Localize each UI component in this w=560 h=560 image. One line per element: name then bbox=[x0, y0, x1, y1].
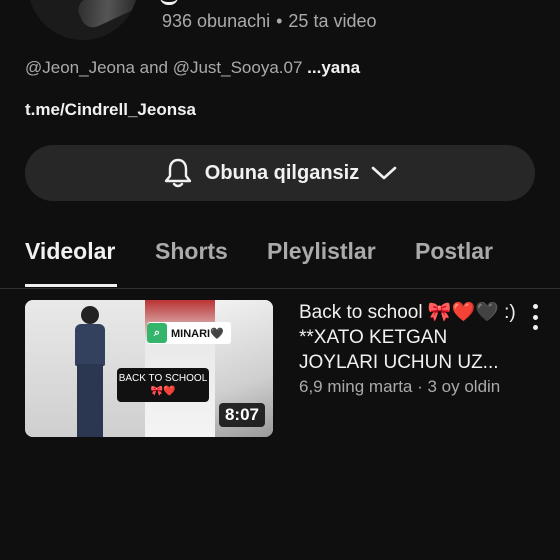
channel-name-fragment bbox=[160, 0, 178, 5]
subscriber-count: 936 obunachi bbox=[162, 11, 271, 31]
video-count: 25 ta video bbox=[288, 11, 377, 31]
video-thumbnail[interactable]: ⌕ MINARI🖤 BACK TO SCHOOL 🎀❤️ 8:07 bbox=[25, 300, 273, 437]
active-tab-indicator bbox=[25, 284, 117, 287]
bell-icon bbox=[164, 158, 191, 188]
channel-avatar[interactable] bbox=[28, 0, 138, 40]
video-title[interactable]: Back to school 🎀❤️🖤 :) **XATO KETGAN JOY… bbox=[299, 300, 519, 375]
subscribed-label: Obuna qilgansiz bbox=[204, 161, 360, 184]
thumbnail-caption: BACK TO SCHOOL 🎀❤️ bbox=[117, 368, 209, 402]
video-duration: 8:07 bbox=[218, 403, 265, 427]
dot bbox=[532, 314, 538, 320]
search-icon: ⌕ bbox=[147, 323, 167, 343]
dot bbox=[532, 304, 538, 309]
more-options-icon[interactable] bbox=[525, 304, 545, 330]
stats-separator: • bbox=[276, 11, 283, 31]
channel-description[interactable]: @Jeon_Jeona and @Just_Sooya.07 ...yana bbox=[25, 58, 360, 78]
channel-stats: 936 obunachi • 25 ta video bbox=[162, 11, 377, 32]
more-link[interactable]: ...yana bbox=[307, 58, 360, 77]
channel-tabs: Videolar Shorts Pleylistlar Postlar bbox=[0, 230, 560, 289]
tab-pleylistlar[interactable]: Pleylistlar bbox=[267, 238, 376, 265]
video-list-item[interactable]: ⌕ MINARI🖤 BACK TO SCHOOL 🎀❤️ 8:07 Back t… bbox=[25, 300, 545, 440]
subscribed-button[interactable]: Obuna qilgansiz bbox=[25, 145, 535, 201]
thumbnail-person bbox=[63, 306, 113, 437]
tab-postlar[interactable]: Postlar bbox=[415, 238, 493, 265]
thumbnail-tag: ⌕ MINARI🖤 bbox=[147, 322, 231, 344]
tab-shorts[interactable]: Shorts bbox=[155, 238, 228, 265]
person-shirt bbox=[75, 324, 105, 366]
person-head bbox=[81, 306, 99, 324]
thumbnail-tag-text: MINARI🖤 bbox=[171, 327, 224, 340]
chevron-down-icon bbox=[371, 166, 397, 180]
video-meta: 6,9 ming marta · 3 oy oldin bbox=[299, 377, 501, 396]
description-text: @Jeon_Jeona and @Just_Sooya.07 bbox=[25, 58, 303, 77]
tab-videolar[interactable]: Videolar bbox=[25, 238, 115, 265]
dot bbox=[532, 325, 538, 330]
channel-link[interactable]: t.me/Cindrell_Jeonsa bbox=[25, 100, 196, 120]
person-legs bbox=[77, 364, 103, 437]
